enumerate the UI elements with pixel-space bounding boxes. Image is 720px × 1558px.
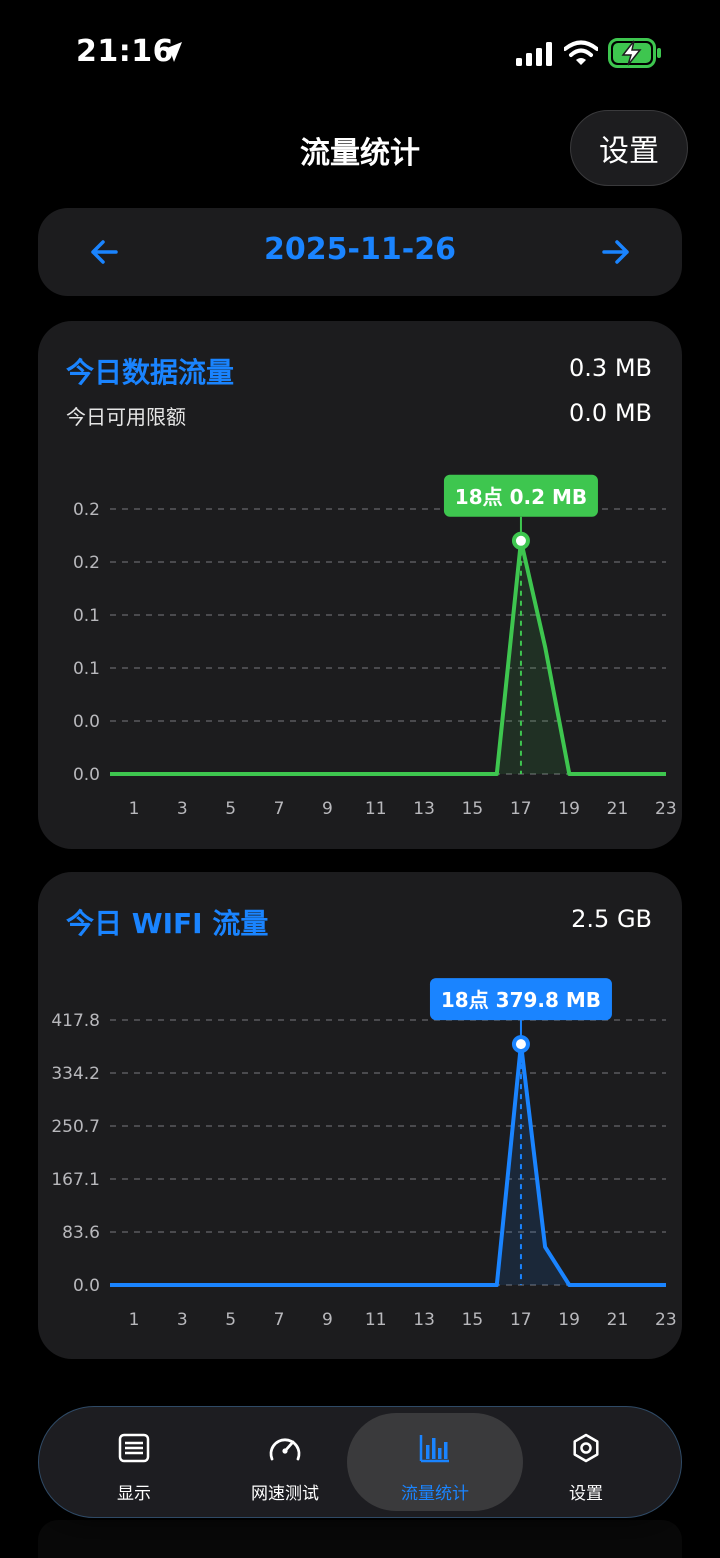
x-tick-label: 23 <box>655 799 677 819</box>
arrow-right-icon[interactable] <box>602 234 630 270</box>
tooltip-label: 18点 0.2 MB <box>455 485 587 509</box>
y-tick-label: 167.1 <box>51 1170 100 1190</box>
y-tick-label: 0.1 <box>73 659 100 679</box>
x-tick-label: 5 <box>225 1310 236 1330</box>
x-tick-label: 19 <box>558 799 580 819</box>
x-tick-label: 3 <box>177 1310 188 1330</box>
highlight-point <box>511 531 530 550</box>
x-tick-label: 11 <box>365 1310 387 1330</box>
gear-icon <box>573 1433 599 1463</box>
mobile-data-card: 今日数据流量 0.3 MB 今日可用限额 0.0 MB 0.0 0.0 0.1 0.1… <box>38 321 682 849</box>
current-date: 2025-11-26 <box>264 232 456 267</box>
mobile-data-chart: 0.00.00.10.10.20.21 3 5 7 9 11 13 15 17 19 21 2318点… <box>73 474 677 819</box>
cellular-signal-icon <box>516 42 552 66</box>
x-tick-label: 21 <box>607 1310 629 1330</box>
x-tick-label: 13 <box>413 799 435 819</box>
y-tick-label: 0.0 <box>73 712 100 732</box>
tab-traffic-stats[interactable]: 流量统计 <box>360 1407 510 1519</box>
x-tick-label: 7 <box>274 799 285 819</box>
tab-bar: 显示 网速测试 流量统计 设置 <box>38 1406 682 1518</box>
series-line <box>110 538 666 776</box>
y-tick-label: 417.8 <box>51 1011 100 1031</box>
y-tick-label: 0.1 <box>73 606 100 626</box>
x-tick-label: 7 <box>274 1310 285 1330</box>
highlight-point <box>511 1035 530 1054</box>
x-tick-label: 19 <box>558 1310 580 1330</box>
y-tick-label: 0.0 <box>73 1276 100 1296</box>
x-tick-label: 9 <box>322 799 333 819</box>
x-tick-label: 5 <box>225 799 236 819</box>
x-tick-label: 17 <box>510 799 532 819</box>
x-tick-label: 21 <box>607 799 629 819</box>
settings-button[interactable]: 设置 <box>570 110 688 186</box>
bar-chart-icon <box>419 1435 449 1463</box>
x-tick-label: 1 <box>129 799 140 819</box>
x-tick-label: 1 <box>129 1310 140 1330</box>
date-selector: 2025-11-26 <box>38 208 682 296</box>
tab-label: 显示 <box>117 1484 151 1504</box>
tooltip-label: 18点 379.8 MB <box>441 988 601 1012</box>
x-tick-label: 23 <box>655 1310 677 1330</box>
x-tick-label: 13 <box>413 1310 435 1330</box>
speedometer-icon <box>269 1438 301 1461</box>
background-content <box>38 1520 682 1558</box>
y-tick-label: 334.2 <box>51 1064 100 1084</box>
x-tick-label: 11 <box>365 799 387 819</box>
tab-label: 网速测试 <box>251 1484 319 1504</box>
x-tick-label: 15 <box>462 799 484 819</box>
y-tick-label: 0.0 <box>73 765 100 785</box>
tab-label: 设置 <box>569 1484 603 1504</box>
series-area <box>110 540 666 774</box>
y-tick-label: 0.2 <box>73 553 100 573</box>
status-bar: 21:16 <box>0 0 720 100</box>
x-tick-label: 15 <box>462 1310 484 1330</box>
x-tick-label: 3 <box>177 799 188 819</box>
y-tick-label: 83.6 <box>62 1223 100 1243</box>
wifi-icon <box>564 40 598 65</box>
tab-display[interactable]: 显示 <box>59 1407 209 1519</box>
x-tick-label: 9 <box>322 1310 333 1330</box>
location-arrow-icon <box>162 42 182 62</box>
tab-settings[interactable]: 设置 <box>511 1407 661 1519</box>
y-tick-label: 0.2 <box>73 500 100 520</box>
series-area <box>110 1044 666 1285</box>
wifi-chart: 0.083.6167.1250.7334.2417.81 3 5 7 9 11 13 15 17… <box>51 978 677 1330</box>
battery-charging-icon <box>608 38 661 68</box>
tab-label: 流量统计 <box>401 1484 469 1504</box>
display-list-icon <box>118 1433 150 1463</box>
x-tick-label: 17 <box>510 1310 532 1330</box>
wifi-card: 今日 WIFI 流量 2.5 GB 0.0 83.6 167.1 250.7 334.2… <box>38 872 682 1359</box>
tab-speed-test[interactable]: 网速测试 <box>210 1407 360 1519</box>
series-line <box>110 1042 666 1287</box>
y-tick-label: 250.7 <box>51 1117 100 1137</box>
